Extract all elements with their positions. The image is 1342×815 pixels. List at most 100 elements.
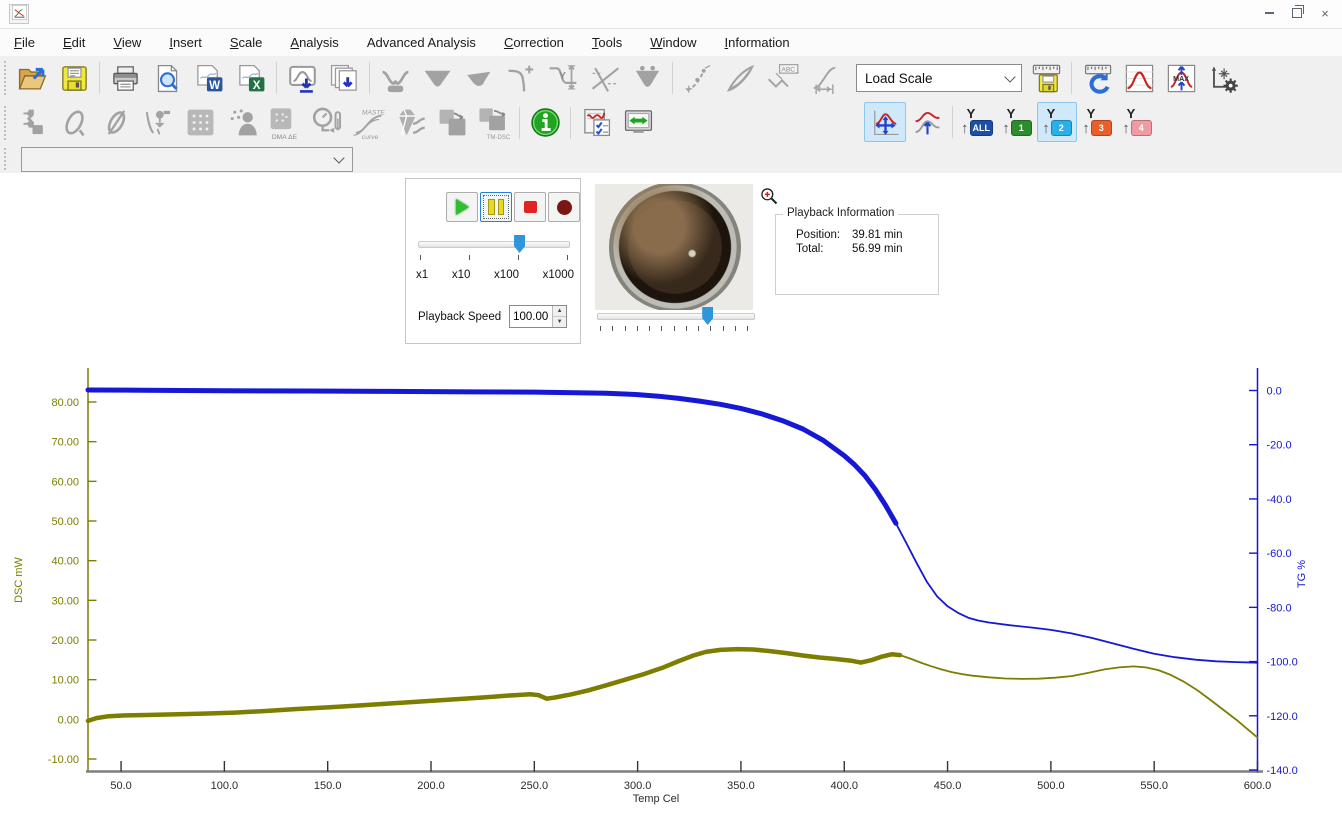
slider-tick [612,326,613,331]
left-tick-label: 70.00 [51,437,79,449]
load-curve-button[interactable] [281,58,323,98]
auto-scale-button[interactable] [1118,58,1160,98]
scale-combobox[interactable]: Load Scale [856,64,1022,92]
curve-combobox[interactable] [21,147,353,172]
speed-slider-thumb[interactable] [514,235,525,253]
partial-area-button [458,58,500,98]
app-icon[interactable] [9,4,29,24]
close-button[interactable]: × [1312,4,1338,22]
open-file-button[interactable] [11,58,53,98]
series-tg [88,390,896,523]
y-axis-3-button[interactable]: Y↑3 [1077,102,1117,142]
load-curves-button[interactable] [323,58,365,98]
toolbar-separator [519,107,520,139]
display-switch-button[interactable] [617,103,659,143]
menu-window[interactable]: Window [636,31,710,54]
undo-scale-button[interactable] [1076,58,1118,98]
playback-speed-label: Playback Speed [418,311,501,323]
slider-tick [747,326,748,331]
menu-analysis[interactable]: Analysis [276,31,352,54]
scale-settings-button[interactable] [1202,58,1244,98]
record-icon [557,200,572,215]
export-word-button[interactable]: W [188,58,230,98]
dots-matrix-button [179,103,221,143]
toolbar-gripper[interactable] [4,106,6,140]
menu-view[interactable]: View [99,31,155,54]
intersection-button [584,58,626,98]
width-measure-icon [809,63,840,94]
toolbar-gripper[interactable] [4,61,6,95]
label-abc-icon: ABC_ [765,61,799,95]
menu-correction[interactable]: Correction [490,31,578,54]
menu-tools[interactable]: Tools [578,31,636,54]
photo-slider-thumb[interactable] [702,307,713,325]
menu-edit[interactable]: Edit [49,31,99,54]
menu-advanced-analysis[interactable]: Advanced Analysis [353,31,490,54]
onset-point-icon [506,63,537,94]
right-tick-label: -120.0 [1267,711,1298,723]
x-tick-label: 150.0 [314,780,342,792]
spin-buttons: ▲ ▼ [552,306,566,327]
max-scale-button[interactable]: MAX [1160,58,1202,98]
stop-button[interactable] [514,192,546,222]
point-pick-icon [683,63,714,94]
restore-button[interactable] [1284,4,1310,22]
load-curves-icon [329,63,360,94]
export-excel-button[interactable]: X [230,58,272,98]
slider-tick [698,326,699,331]
y-axis-2-button[interactable]: Y↑2 [1037,102,1077,142]
y-axis-badge: 4 [1131,120,1152,136]
export-excel-icon: X [236,63,267,94]
speed-slider-ticks [420,255,568,260]
y-glyph: Y [1007,108,1016,120]
slider-tick [686,326,687,331]
stop-icon [524,201,537,213]
close-icon: × [1321,7,1329,20]
playback-zone: x1x10x100x1000 Playback Speed ▲ ▼ Playba… [0,173,1342,353]
info-button[interactable] [524,103,566,143]
spin-up-button[interactable]: ▲ [553,306,566,317]
photo-position-slider[interactable] [597,313,755,320]
save-scale-button[interactable] [1025,58,1067,98]
spin-down-button[interactable]: ▼ [553,317,566,327]
dma-de-button: DMA ΔE [263,103,305,143]
play-button[interactable] [446,192,478,222]
print-icon [110,63,141,94]
pan-mode-button[interactable] [864,102,906,142]
measurement-list-button[interactable] [575,103,617,143]
pan-mode-icon [870,107,901,138]
auto-sampler-button [11,103,53,143]
menu-insert[interactable]: Insert [155,31,216,54]
diamond-curves-icon [395,107,426,138]
record-button[interactable] [548,192,580,222]
partial-area-icon [464,63,495,94]
y-axis-all-button[interactable]: Y↑ALL [957,102,997,142]
x-tick-label: 300.0 [624,780,652,792]
y-axis-4-button[interactable]: Y↑4 [1117,102,1157,142]
menu-scale[interactable]: Scale [216,31,277,54]
photo-zoom-button[interactable] [758,186,779,207]
pause-button[interactable] [480,192,512,222]
playback-information-rows: Position: 39.81 min Total: 56.99 min [796,229,903,255]
slider-tick [637,326,638,331]
svg-text:curve: curve [362,133,379,139]
open-file-icon [17,63,48,94]
ellipse-a-button [53,103,95,143]
y-axis-1-button[interactable]: Y↑1 [997,102,1037,142]
toolbar-separator [952,106,953,138]
menu-information[interactable]: Information [711,31,804,54]
position-label: Position: [796,229,852,241]
print-preview-button[interactable] [146,58,188,98]
speed-slider[interactable] [418,241,570,248]
play-icon [456,199,469,215]
save-button[interactable] [53,58,95,98]
toolbar-gripper[interactable] [4,148,6,170]
print-button[interactable] [104,58,146,98]
master-curve-icon: MASTERcurve [351,106,385,140]
playback-speed-input[interactable] [510,306,552,327]
y-range-button[interactable] [906,102,948,142]
minimize-button[interactable] [1256,4,1282,22]
chart-area[interactable]: 50.0100.0150.0200.0250.0300.0350.0400.04… [0,352,1342,815]
speed-tick-labels: x1x10x100x1000 [416,269,574,281]
menu-file[interactable]: File [0,31,49,54]
